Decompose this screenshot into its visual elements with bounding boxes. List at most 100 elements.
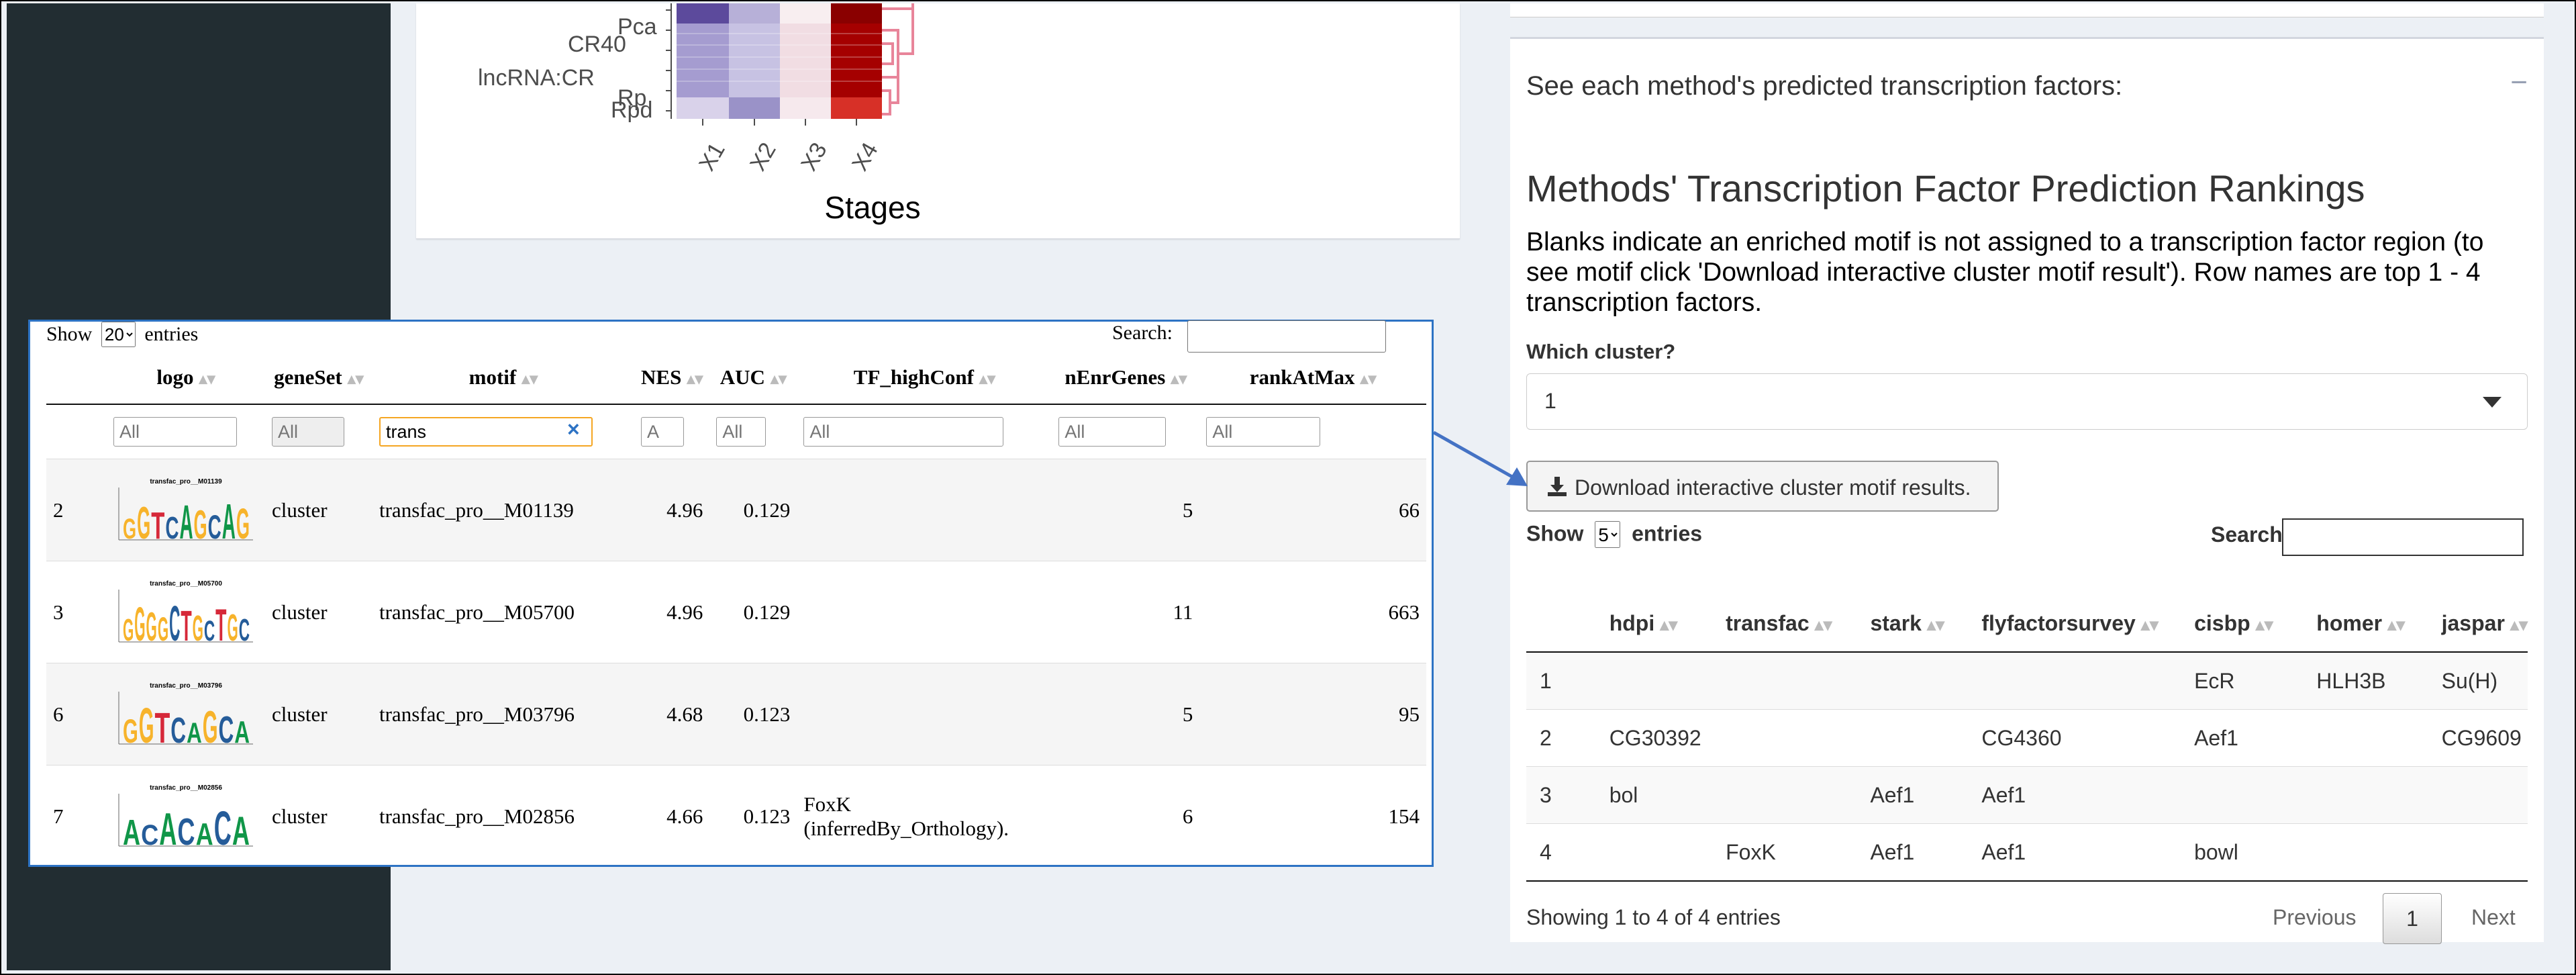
logo-letter: G <box>123 712 138 749</box>
rankatmax-cell: 95 <box>1199 663 1426 765</box>
table-info: Showing 1 to 4 of 4 entries <box>1526 905 1781 929</box>
motif-cell: transfac_pro__M03796 <box>373 663 634 765</box>
nes-filter-input[interactable] <box>641 417 684 447</box>
search-input[interactable] <box>2282 518 2524 556</box>
nenrgenes-filter-input[interactable] <box>1058 417 1167 447</box>
collapse-icon[interactable]: − <box>2510 66 2528 99</box>
logo-cell: transfac_pro__M02856 A C A C A C A <box>107 765 265 867</box>
column-label: TF_highConf <box>853 365 974 389</box>
page-1-button[interactable]: 1 <box>2383 893 2442 944</box>
logo-letter: C <box>177 810 195 851</box>
download-button[interactable]: Download interactive cluster motif resul… <box>1526 461 1999 512</box>
table-row: 1 EcR HLH3B Su(H) <box>1526 651 2528 710</box>
heatmap-x-tick: X4 <box>847 138 883 175</box>
cluster-label: Which cluster? <box>1526 340 1676 363</box>
column-header-cisbp[interactable]: cisbp ▴▾ <box>2181 595 2303 653</box>
column-header-rankatmax[interactable]: rankAtMax ▴▾ <box>1199 351 1426 405</box>
nenrgenes-cell: 6 <box>1052 765 1200 867</box>
logo-letter: G <box>146 604 157 647</box>
table-row: 2 CG30392 CG4360 Aef1 CG9609 <box>1526 709 2528 767</box>
logo-letter: G <box>139 698 154 749</box>
sequence-logo-image: transfac_pro__M03796G G T C A G C A <box>118 682 253 749</box>
table-cell <box>2303 709 2428 767</box>
sort-icon: ▴▾ <box>2140 614 2159 635</box>
motif-cell: transfac_pro__M02856 <box>373 765 634 867</box>
auc-cell: 0.129 <box>709 561 797 663</box>
sort-icon: ▴▾ <box>979 371 996 388</box>
sort-icon: ▴▾ <box>1171 371 1187 388</box>
column-header[interactable] <box>46 351 107 405</box>
search-input[interactable] <box>1187 320 1386 353</box>
filter-cell <box>1199 404 1426 459</box>
show-label: Show <box>46 323 93 345</box>
heatmap-row-label: Pca <box>617 14 657 40</box>
motif-cell: transfac_pro__M01139 <box>373 459 634 561</box>
column-label: transfac <box>1726 610 1810 635</box>
geneset-cell: cluster <box>265 765 373 867</box>
cluster-select[interactable]: 1 <box>1526 373 2528 430</box>
column-header-nes[interactable]: NES ▴▾ <box>634 351 710 405</box>
column-header-logo[interactable]: logo ▴▾ <box>107 351 265 405</box>
sequence-logo-image: transfac_pro__M01139G G T C A G C A G <box>118 478 253 545</box>
column-header-auc[interactable]: AUC ▴▾ <box>709 351 797 405</box>
tf-rankings-table: hdpi ▴▾ transfac ▴▾ stark ▴▾ flyfactorsurve… <box>1526 595 2528 882</box>
column-header-flyfactorsurvey[interactable]: flyfactorsurvey ▴▾ <box>1968 595 2181 653</box>
logo-letter: A <box>159 804 177 851</box>
chevron-down-icon <box>2483 397 2501 408</box>
logo-letter: T <box>155 704 170 749</box>
logo-letter: G <box>203 702 218 749</box>
nenrgenes-cell: 5 <box>1052 459 1200 561</box>
column-header-nenrgenes[interactable]: nEnrGenes ▴▾ <box>1052 351 1200 405</box>
column-header-jaspar[interactable]: jaspar ▴▾ <box>2428 595 2528 653</box>
column-header-geneset[interactable]: geneSet ▴▾ <box>265 351 373 405</box>
column-label: cisbp <box>2194 610 2250 635</box>
table-cell: 1 <box>1526 651 1596 710</box>
logo-filter-input[interactable] <box>113 417 237 447</box>
column-header-hdpi[interactable]: hdpi ▴▾ <box>1595 595 1713 653</box>
rankatmax-cell: 154 <box>1199 765 1426 867</box>
column-label: nEnrGenes <box>1064 365 1166 389</box>
heatmap-panel: CR40 lncRNA:CR Rp Pca Rpd X1 X2 X3 X4 St… <box>416 3 1460 239</box>
table-cell <box>1856 651 1969 710</box>
table-cell <box>1712 766 1857 824</box>
panel-header: See each method's predicted transcriptio… <box>1526 71 2123 101</box>
next-page-button[interactable]: Next <box>2471 905 2516 930</box>
column-label: NES <box>641 365 682 389</box>
column-label: homer <box>2316 610 2383 635</box>
logo-letter: G <box>123 513 136 545</box>
column-header-motif[interactable]: motif ▴▾ <box>373 351 634 405</box>
sort-icon: ▴▾ <box>1926 614 1945 635</box>
geneset-filter-input[interactable] <box>272 417 344 447</box>
geneset-cell: cluster <box>265 459 373 561</box>
tf-highconf-cell <box>797 459 1052 561</box>
logo-letter: G <box>236 500 250 545</box>
logo-letter: C <box>204 615 215 647</box>
motif-filter-input[interactable] <box>379 417 593 447</box>
page-length-select[interactable]: 5 <box>1595 521 1621 548</box>
column-header-stark[interactable]: stark ▴▾ <box>1856 595 1969 653</box>
nes-cell: 4.68 <box>634 663 710 765</box>
table-row: 7 transfac_pro__M02856 A C A C A C Acluster trans… <box>46 765 1426 867</box>
close-icon[interactable]: × <box>567 417 580 442</box>
show-label: Show <box>1526 521 1584 546</box>
previous-page-button[interactable]: Previous <box>2273 905 2357 930</box>
page-length-select[interactable]: 20 <box>101 322 136 347</box>
column-header-homer[interactable]: homer ▴▾ <box>2303 595 2428 653</box>
rankatmax-cell: 66 <box>1199 459 1426 561</box>
table-cell <box>2428 766 2528 824</box>
nes-cell: 4.96 <box>634 561 710 663</box>
nenrgenes-cell: 11 <box>1052 561 1200 663</box>
column-header[interactable] <box>1526 595 1596 653</box>
auc-cell: 0.129 <box>709 459 797 561</box>
tf-highconf-filter-input[interactable] <box>803 417 1004 447</box>
column-label: hdpi <box>1609 610 1655 635</box>
column-header-tf-highconf[interactable]: TF_highConf ▴▾ <box>797 351 1052 405</box>
sequence-logo-image: transfac_pro__M02856A C A C A C A <box>118 784 253 851</box>
logo-letter: C <box>214 802 232 851</box>
logo-cell: transfac_pro__M05700 G G G G C T G C T G C <box>107 561 265 663</box>
auc-filter-input[interactable] <box>716 417 766 447</box>
rankatmax-filter-input[interactable] <box>1206 417 1321 447</box>
logo-title: transfac_pro__M01139 <box>150 478 222 485</box>
table-cell <box>2303 766 2428 824</box>
column-header-transfac[interactable]: transfac ▴▾ <box>1712 595 1857 653</box>
